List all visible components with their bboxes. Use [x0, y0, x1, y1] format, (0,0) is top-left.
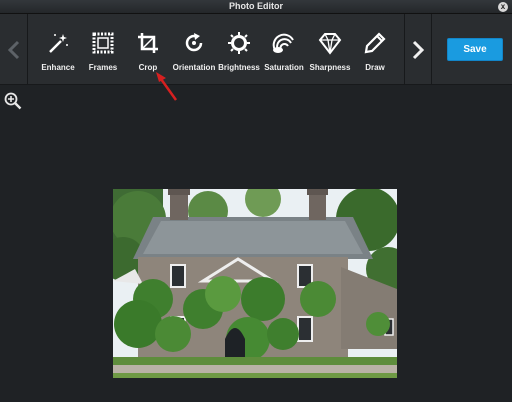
tool-frames[interactable]: Frames [79, 14, 127, 85]
chevron-right-icon [412, 40, 425, 59]
window-title: Photo Editor [229, 1, 283, 11]
save-button[interactable]: Save [447, 38, 503, 61]
close-button[interactable]: x [498, 2, 508, 12]
photo-preview[interactable] [113, 189, 397, 378]
tool-sharpness[interactable]: Sharpness [306, 14, 354, 85]
tool-saturation[interactable]: Saturation [260, 14, 308, 85]
scroll-right-button[interactable] [404, 14, 432, 85]
rotate-icon [185, 33, 203, 52]
pencil-icon [364, 32, 386, 54]
scroll-left-button[interactable] [0, 14, 28, 85]
diamond-icon [318, 33, 342, 55]
tool-strip: Enhance Frames Crop Orientation Brightne… [34, 14, 394, 85]
sun-icon [228, 32, 250, 54]
rainbow-icon [272, 33, 294, 53]
cottage-photo [113, 189, 397, 378]
tool-enhance[interactable]: Enhance [34, 14, 82, 85]
title-bar: Photo Editor x [0, 0, 512, 14]
tool-label: Draw [365, 63, 385, 72]
chevron-left-icon [7, 40, 19, 59]
tool-brightness[interactable]: Brightness [215, 14, 263, 85]
magic-wand-icon [49, 34, 68, 53]
frame-icon [92, 32, 114, 54]
zoom-in-icon[interactable] [4, 92, 22, 110]
tool-draw[interactable]: Draw [351, 14, 399, 85]
crop-icon [138, 33, 158, 53]
